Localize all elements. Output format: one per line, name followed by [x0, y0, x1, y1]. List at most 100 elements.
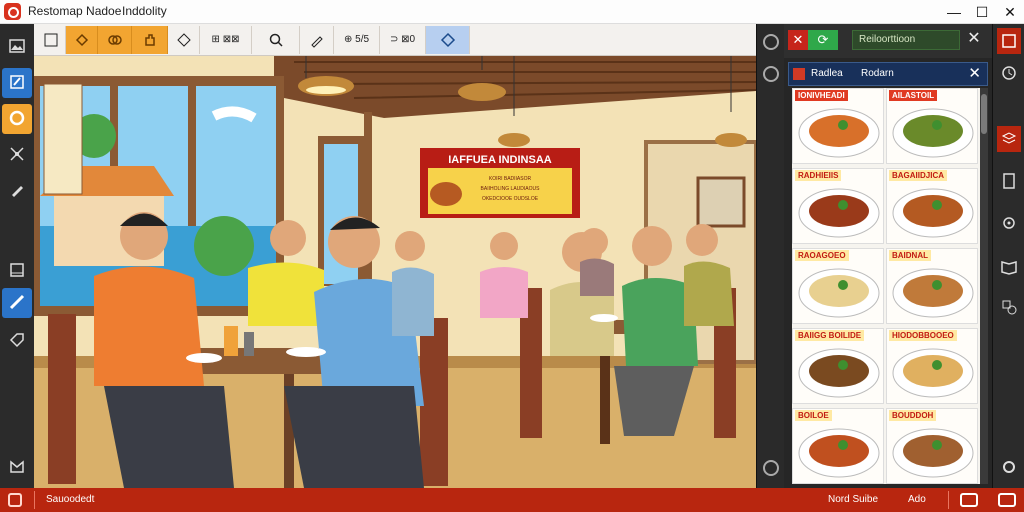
maximize-button[interactable]: ☐	[972, 2, 992, 22]
menu-item-label: BAGAIIDJICA	[889, 170, 948, 181]
frame-icon	[10, 263, 24, 277]
panel-scrollbar[interactable]	[980, 88, 988, 484]
layers-icon[interactable]	[763, 66, 779, 82]
menu-item-label: IONIVHEADI	[795, 90, 848, 101]
menu-item-label: RAOAGOEO	[795, 250, 849, 261]
dish-image	[892, 108, 974, 158]
settings-icon	[1003, 217, 1015, 229]
menu-item-label: BAIDNAL	[889, 250, 931, 261]
toggle-panel-button[interactable]	[36, 26, 66, 54]
pencil-icon	[310, 36, 323, 48]
expand-icon	[10, 460, 24, 473]
scroll-thumb[interactable]	[981, 94, 987, 134]
doc-button[interactable]	[997, 168, 1021, 194]
select-tool-button[interactable]: ⊞ ⊠⊠	[200, 26, 252, 54]
menu-sign-line-3: OKEDCIOOE OUDSLOE	[482, 196, 539, 202]
pen-icon	[12, 186, 23, 197]
left-toolbar	[0, 24, 34, 488]
close-icon[interactable]: ✕	[968, 64, 981, 82]
hand-icon	[144, 34, 155, 46]
status-divider	[948, 491, 949, 509]
menu-item-label: HIODOBBOOEO	[889, 330, 957, 341]
history-button[interactable]	[997, 60, 1021, 86]
expand-tool-button[interactable]	[2, 452, 32, 482]
menu-item-label: BOILOE	[795, 410, 832, 421]
circle-icon	[9, 110, 25, 126]
image-icon	[9, 39, 25, 53]
app-window: Restomap Nadoe Inddolity — ☐ ✕ ⊞ ⊠⊠ ⊕ 5/…	[0, 0, 1024, 512]
menu-item-card[interactable]: RADHIEIIS	[792, 168, 884, 244]
restaurant-illustration: IAFFUEA INDINSAA KOIRI BADIIASOR BAIIHOL…	[34, 56, 756, 488]
book-button[interactable]	[997, 254, 1021, 280]
close-window-button[interactable]: ✕	[1000, 2, 1020, 22]
tab-rodarn[interactable]: Rodarn	[861, 68, 894, 79]
menu-item-card[interactable]: BAIIGG BOILIDE	[792, 328, 884, 404]
ruler-tool-button[interactable]	[2, 288, 32, 318]
shape-tool-button[interactable]	[168, 26, 200, 54]
menu-item-label: BOUDDOH	[889, 410, 937, 421]
image-canvas[interactable]: IAFFUEA INDINSAA KOIRI BADIIASOR BAIIHOL…	[34, 56, 756, 488]
circle-tool-button[interactable]	[2, 104, 32, 134]
panel-title-field[interactable]: Reiloorttioon	[852, 30, 960, 50]
heal-tool-button[interactable]	[98, 26, 132, 54]
crop-tool-button[interactable]	[66, 26, 98, 54]
layers-icon	[1001, 132, 1017, 144]
menu-item-card[interactable]: AILASTOIL	[886, 88, 978, 164]
settings-icon[interactable]	[763, 460, 779, 476]
shapes-button[interactable]	[997, 294, 1021, 320]
frame-tool-button[interactable]	[2, 256, 32, 286]
zoom-tool-button[interactable]	[252, 26, 300, 54]
filter-button[interactable]	[997, 210, 1021, 236]
transform-select-button[interactable]	[426, 26, 470, 54]
status-text: Sauoodedt	[46, 494, 95, 505]
tag-icon	[9, 333, 24, 348]
menu-item-card[interactable]: HIODOBBOOEO	[886, 328, 978, 404]
image-tool-button[interactable]	[2, 32, 32, 62]
menu-sign-line-2: BAIIHOLING LAUDIAOUS	[481, 186, 541, 192]
shape-select-button[interactable]: ⊃ ⊠0	[380, 26, 426, 54]
restaurant-logo-icon	[4, 3, 21, 20]
brush-tool-button[interactable]	[2, 68, 32, 98]
camera-icon[interactable]	[960, 493, 978, 507]
save-button[interactable]	[997, 28, 1021, 54]
dish-image	[892, 428, 974, 478]
top-toolbar: ⊞ ⊠⊠ ⊕ 5/5 ⊃ ⊠0	[34, 24, 756, 56]
status-icon	[8, 493, 22, 507]
expand-icon[interactable]	[998, 493, 1016, 507]
transform-tool-button[interactable]	[2, 140, 32, 170]
menu-item-card[interactable]: BAGAIIDJICA	[886, 168, 978, 244]
brush-icon	[10, 75, 24, 89]
clock-icon[interactable]	[763, 34, 779, 50]
layers-button[interactable]	[997, 126, 1021, 152]
menu-item-card[interactable]: IONIVHEADI	[792, 88, 884, 164]
rotate-square-icon	[440, 32, 455, 48]
gear-button[interactable]	[997, 454, 1021, 480]
menu-grid: IONIVHEADI AILASTOIL RADHIEIIS BAGAIIDJICA R…	[792, 88, 980, 484]
pencil-tool-button[interactable]	[300, 26, 334, 54]
menu-item-label: RADHIEIIS	[795, 170, 842, 181]
lasso-tool-button[interactable]: ⊕ 5/5	[334, 26, 380, 54]
dish-image	[798, 348, 880, 398]
hand-tool-button[interactable]	[132, 26, 168, 54]
ruler-icon	[9, 294, 25, 310]
gear-icon	[1003, 461, 1015, 473]
heal-icon	[107, 35, 122, 45]
minimize-button[interactable]: —	[944, 2, 964, 22]
dish-image	[892, 348, 974, 398]
tag-tool-button[interactable]	[2, 326, 32, 356]
document-title: Inddolity	[122, 4, 167, 18]
menu-item-card[interactable]: RAOAGOEO	[792, 248, 884, 324]
close-icon[interactable]: ✕	[964, 29, 984, 49]
dish-image	[892, 268, 974, 318]
discard-button[interactable]: ✕	[788, 30, 808, 50]
tab-radlea[interactable]: Radlea	[811, 68, 843, 79]
pen-tool-button[interactable]	[2, 176, 32, 206]
shapes-icon	[1002, 300, 1017, 315]
dish-image	[798, 188, 880, 238]
refresh-button[interactable]: ⟳	[808, 30, 838, 50]
magnifier-icon	[269, 33, 283, 47]
panel-header: ✕ ⟳ Reiloorttioon ✕	[784, 24, 992, 58]
menu-item-card[interactable]: BOUDDOH	[886, 408, 978, 484]
menu-item-card[interactable]: BOILOE	[792, 408, 884, 484]
menu-item-card[interactable]: BAIDNAL	[886, 248, 978, 324]
